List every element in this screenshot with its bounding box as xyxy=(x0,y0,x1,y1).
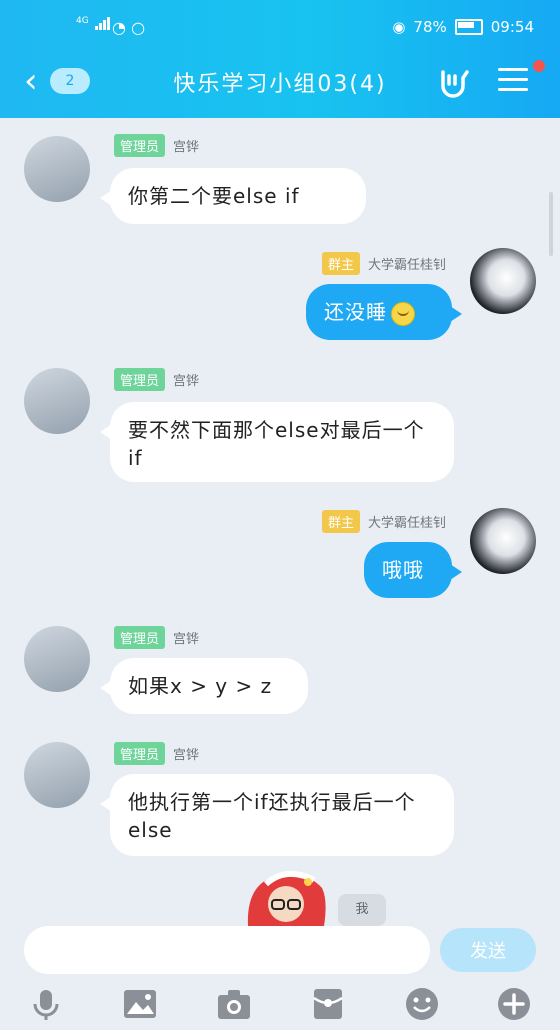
battery-icon xyxy=(454,19,483,35)
message-text: 如果x > y > z xyxy=(128,674,273,698)
notification-dot xyxy=(533,60,545,72)
red-packet-icon[interactable] xyxy=(310,986,346,1022)
message-bubble[interactable]: 要不然下面那个else对最后一个if xyxy=(100,402,454,482)
chat-title: 快乐学习小组03(4) xyxy=(173,72,387,97)
rock-hand-icon[interactable] xyxy=(436,64,472,100)
sender-name: 宫铧 xyxy=(173,632,200,647)
microphone-icon[interactable] xyxy=(28,986,64,1022)
admin-badge: 管理员 xyxy=(114,742,166,765)
message-bubble[interactable]: 如果x > y > z xyxy=(100,658,308,714)
avatar[interactable] xyxy=(470,508,536,574)
signal-indicator: 4G xyxy=(76,16,111,30)
status-bar: 4G ◔ ○ ◉ 78% 09:54 xyxy=(0,0,560,52)
message-bubble[interactable]: 哦哦 xyxy=(364,542,462,598)
message-text: 要不然下面那个else对最后一个if xyxy=(128,418,425,470)
message-meta: 管理员 宫铧 xyxy=(114,134,199,157)
network-type: 4G xyxy=(76,16,89,26)
message-meta: 群主 大学霸任桂钊 xyxy=(321,252,446,275)
message-bubble[interactable]: 你第二个要else if xyxy=(100,168,366,224)
partial-message-bubble[interactable]: 我 xyxy=(338,894,386,926)
admin-badge: 管理员 xyxy=(114,626,166,649)
clock: 09:54 xyxy=(490,18,534,36)
message-meta: 群主 大学霸任桂钊 xyxy=(321,510,446,533)
avatar[interactable] xyxy=(24,136,90,202)
avatar[interactable] xyxy=(24,368,90,434)
message-bubble[interactable]: 还没睡 xyxy=(306,284,462,340)
scrollbar[interactable] xyxy=(549,192,553,256)
sender-name: 宫铧 xyxy=(173,748,200,763)
input-bar: 发送 xyxy=(0,926,560,976)
bottom-toolbar xyxy=(0,976,560,1030)
avatar[interactable] xyxy=(24,626,90,692)
admin-badge: 管理员 xyxy=(114,368,166,391)
plus-icon[interactable] xyxy=(496,986,532,1022)
message-text: 哦哦 xyxy=(382,558,424,582)
sender-name: 大学霸任桂钊 xyxy=(367,258,446,273)
smile-emoji-icon xyxy=(391,301,415,326)
status-icons: ◔ ○ xyxy=(112,18,145,37)
send-button[interactable]: 发送 xyxy=(440,928,536,972)
message-text: 还没睡 xyxy=(324,300,387,324)
owner-badge: 群主 xyxy=(321,510,360,533)
emoji-icon[interactable] xyxy=(404,986,440,1022)
eye-icon: ◉ xyxy=(392,18,406,36)
circle-status-icon: ○ xyxy=(131,18,146,37)
message-input[interactable] xyxy=(24,926,430,974)
sticker-avatar[interactable] xyxy=(236,860,334,926)
battery-percent: 78% xyxy=(413,18,447,36)
top-bar: 4G ◔ ○ ◉ 78% 09:54 ‹ 2 快乐学习小组03(4) xyxy=(0,0,560,118)
message-text: 你第二个要else if xyxy=(128,184,300,208)
menu-button[interactable] xyxy=(498,68,528,94)
image-icon[interactable] xyxy=(122,986,158,1022)
avatar[interactable] xyxy=(470,248,536,314)
sender-name: 宫铧 xyxy=(173,374,200,389)
status-right: ◉ 78% 09:54 xyxy=(392,18,534,36)
owner-badge: 群主 xyxy=(321,252,360,275)
admin-badge: 管理员 xyxy=(114,134,166,157)
sender-name: 大学霸任桂钊 xyxy=(367,516,446,531)
message-bubble[interactable]: 他执行第一个if还执行最后一个else xyxy=(100,774,454,856)
nav-bar: ‹ 2 快乐学习小组03(4) xyxy=(0,52,560,112)
message-text: 他执行第一个if还执行最后一个else xyxy=(128,790,416,842)
message-meta: 管理员 宫铧 xyxy=(114,626,199,649)
message-meta: 管理员 宫铧 xyxy=(114,742,199,765)
message-meta: 管理员 宫铧 xyxy=(114,368,199,391)
camera-icon[interactable] xyxy=(216,986,252,1022)
sender-name: 宫铧 xyxy=(173,140,200,155)
chat-area[interactable]: 管理员 宫铧 你第二个要else if 群主 大学霸任桂钊 还没睡 管理员 宫铧… xyxy=(0,118,560,926)
avatar[interactable] xyxy=(24,742,90,808)
wechat-status-icon: ◔ xyxy=(112,18,126,37)
